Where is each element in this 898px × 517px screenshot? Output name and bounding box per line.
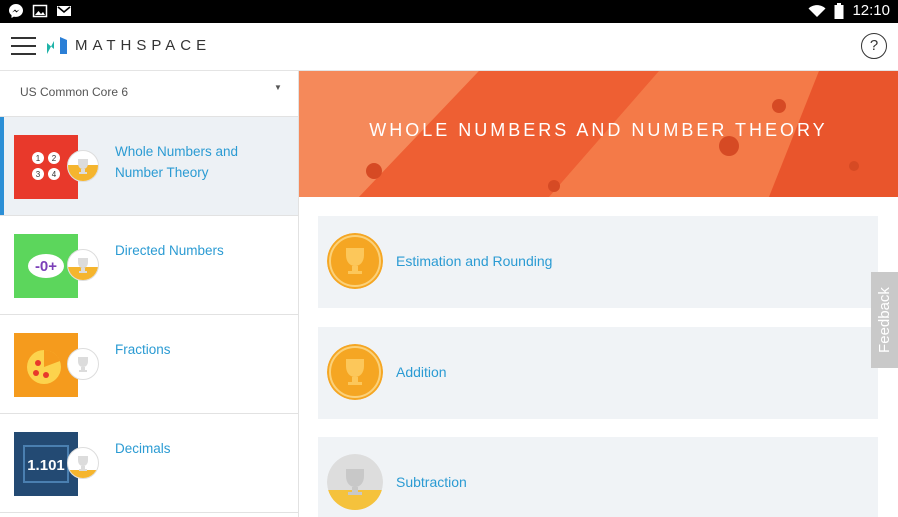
image-icon xyxy=(32,4,48,18)
skill-title: Addition xyxy=(396,364,447,380)
skill-card-subtraction[interactable]: Subtraction xyxy=(318,437,878,517)
sidebar: US Common Core 6 ▼ 1 2 3 4 Whole Numbers… xyxy=(0,71,299,517)
app-bar: MATHSPACE ? xyxy=(0,23,898,71)
topic-whole-numbers[interactable]: 1 2 3 4 Whole Numbers and Number Theory xyxy=(0,117,298,216)
mathspace-logo-icon xyxy=(47,37,67,54)
brand-name: MATHSPACE xyxy=(75,37,212,54)
main-content: WHOLE NUMBERS AND NUMBER THEORY Estimati… xyxy=(299,71,898,517)
gmail-icon xyxy=(57,6,71,16)
trophy-badge-icon xyxy=(67,447,99,479)
status-bar: 12:10 xyxy=(0,0,898,23)
svg-text:3: 3 xyxy=(36,170,41,179)
trophy-badge-icon xyxy=(67,348,99,380)
clock: 12:10 xyxy=(852,2,890,19)
topic-title: Fractions xyxy=(115,342,171,357)
topic-directed-numbers[interactable]: -0+ Directed Numbers xyxy=(0,216,298,315)
course-select[interactable]: US Common Core 6 ▼ xyxy=(0,71,298,117)
topic-fractions[interactable]: Fractions xyxy=(0,315,298,414)
topic-title: Whole Numbers and Number Theory xyxy=(115,144,239,180)
skill-card-addition[interactable]: Addition xyxy=(318,327,878,419)
messenger-icon xyxy=(9,4,23,18)
trophy-badge-icon xyxy=(67,150,99,182)
svg-text:-0+: -0+ xyxy=(35,258,57,275)
feedback-label: Feedback xyxy=(876,287,893,353)
topic-banner: WHOLE NUMBERS AND NUMBER THEORY xyxy=(299,71,898,197)
svg-text:4: 4 xyxy=(52,170,57,179)
feedback-tab[interactable]: Feedback xyxy=(871,272,898,368)
menu-button[interactable] xyxy=(11,37,36,55)
skill-card-estimation[interactable]: Estimation and Rounding xyxy=(318,216,878,308)
skill-title: Estimation and Rounding xyxy=(396,253,553,269)
wifi-icon xyxy=(808,4,826,17)
battery-icon xyxy=(834,2,844,19)
trophy-icon xyxy=(327,344,383,400)
topic-banner-title: WHOLE NUMBERS AND NUMBER THEORY xyxy=(369,120,828,140)
svg-text:2: 2 xyxy=(52,154,57,163)
topic-title: Directed Numbers xyxy=(115,243,224,258)
svg-text:1: 1 xyxy=(36,154,41,163)
topic-title: Decimals xyxy=(115,441,171,456)
help-button[interactable]: ? xyxy=(861,33,887,59)
topic-decimals[interactable]: 1.101 Decimals xyxy=(0,414,298,513)
trophy-icon xyxy=(327,233,383,289)
trophy-icon xyxy=(327,454,383,510)
caret-down-icon: ▼ xyxy=(274,83,282,92)
course-select-value: US Common Core 6 xyxy=(20,85,129,99)
svg-text:1.101: 1.101 xyxy=(27,457,65,474)
skill-title: Subtraction xyxy=(396,474,467,490)
trophy-badge-icon xyxy=(67,249,99,281)
